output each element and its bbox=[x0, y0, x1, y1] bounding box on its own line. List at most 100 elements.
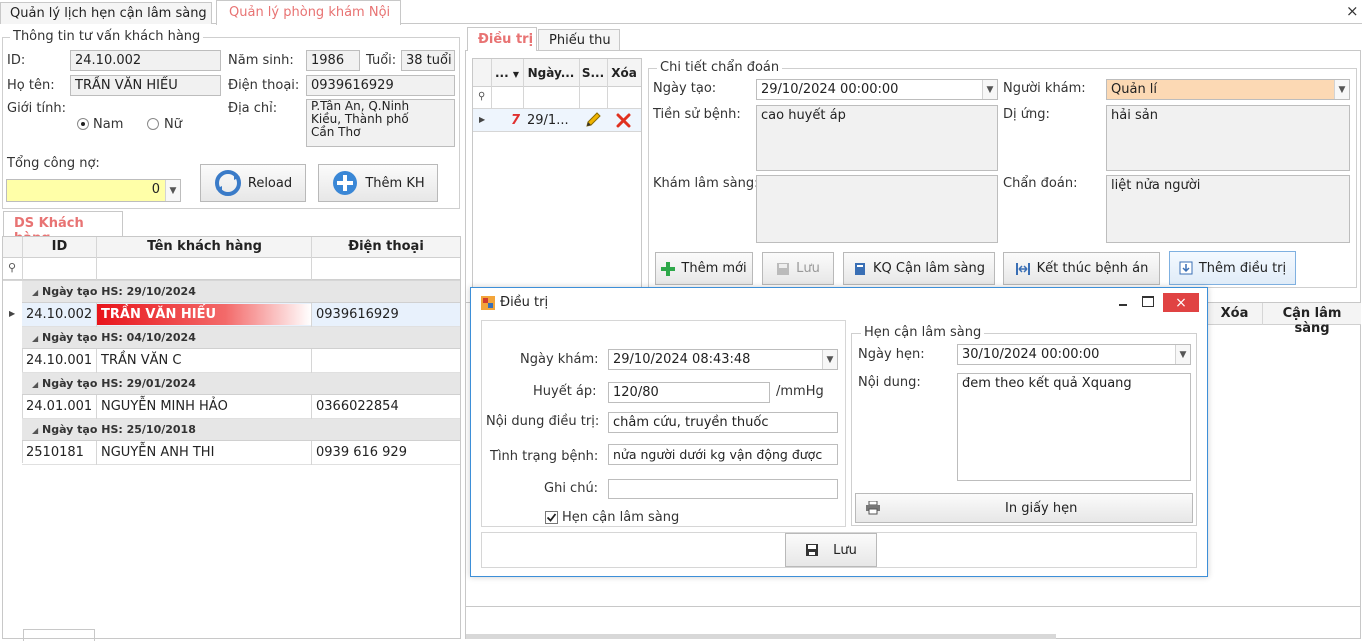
add-customer-label: Thêm KH bbox=[365, 175, 425, 191]
birth-year-field[interactable]: 1986 bbox=[306, 50, 360, 71]
appointment-checkbox[interactable] bbox=[545, 511, 558, 524]
gender-male-label: Nam bbox=[93, 117, 124, 132]
chevron-down-icon[interactable]: ▼ bbox=[1334, 80, 1349, 99]
book-icon bbox=[853, 262, 867, 276]
add-treatment-button[interactable]: Thêm điều trị bbox=[1169, 251, 1296, 285]
dialog-save-button[interactable]: Lưu bbox=[785, 533, 877, 567]
visit-number: 7 bbox=[511, 113, 521, 128]
group-row[interactable]: ◢ Ngày tạo HS: 29/10/2024 bbox=[22, 281, 460, 303]
pencil-icon[interactable] bbox=[584, 111, 602, 133]
note-input[interactable] bbox=[608, 479, 838, 499]
column-header-id[interactable]: ID bbox=[22, 239, 97, 254]
gender-male-radio[interactable] bbox=[77, 118, 89, 130]
column-header-customer-name[interactable]: Tên khách hàng bbox=[97, 239, 312, 254]
clinical-exam-label: Khám lâm sàng: bbox=[653, 176, 759, 191]
group-row[interactable]: ◢ Ngày tạo HS: 29/01/2024 bbox=[22, 373, 460, 395]
chevron-down-icon[interactable]: ▼ bbox=[1175, 345, 1190, 364]
chevron-down-icon[interactable]: ▼ bbox=[165, 180, 180, 201]
add-customer-button[interactable]: Thêm KH bbox=[318, 164, 438, 202]
tab-appointment-management[interactable]: Quản lý lịch hẹn cận lâm sàng bbox=[0, 2, 212, 24]
column-divider bbox=[311, 303, 312, 327]
minimize-icon[interactable] bbox=[1116, 295, 1130, 309]
chevron-down-icon[interactable]: ▼ bbox=[822, 350, 837, 369]
clinical-exam-field[interactable] bbox=[756, 175, 998, 243]
column-header-number[interactable]: ... ▼ bbox=[491, 66, 523, 80]
treatment-content-input[interactable]: châm cứu, truyền thuốc bbox=[608, 412, 838, 433]
column-divider bbox=[311, 237, 312, 281]
cell-id: 24.10.001 bbox=[26, 353, 93, 368]
end-record-button[interactable]: Kết thúc bệnh án bbox=[1003, 252, 1160, 285]
lab-results-label: KQ Cận lâm sàng bbox=[873, 261, 985, 276]
visit-date: 29/1... bbox=[527, 113, 569, 128]
plus-circle-icon bbox=[331, 169, 359, 197]
horizontal-scrollbar[interactable] bbox=[466, 634, 1056, 639]
exam-date-combo[interactable]: 29/10/2024 08:43:48 ▼ bbox=[608, 349, 838, 370]
exam-date-label: Ngày khám: bbox=[520, 352, 599, 367]
table-row[interactable]: 24.10.001 TRẦN VĂN C bbox=[22, 349, 460, 373]
customer-info-title: Thông tin tư vấn khách hàng bbox=[10, 29, 204, 44]
filter-row[interactable] bbox=[3, 258, 460, 280]
address-field[interactable]: P.Tân An, Q.Ninh Kiều, Thành phố Cần Thơ bbox=[306, 99, 455, 147]
doctor-combo[interactable]: Quản lí ▼ bbox=[1106, 79, 1350, 100]
created-date-combo[interactable]: 29/10/2024 00:00:00 ▼ bbox=[756, 79, 998, 100]
group-row[interactable]: ◢ Ngày tạo HS: 04/10/2024 bbox=[22, 327, 460, 349]
add-new-button[interactable]: Thêm mới bbox=[655, 252, 753, 285]
appointment-group-title: Hẹn cận lâm sàng bbox=[861, 325, 985, 340]
age-field[interactable]: 38 tuổi bbox=[401, 50, 455, 71]
name-field[interactable]: TRẦN VĂN HIẾU bbox=[70, 75, 221, 96]
tab-treatment[interactable]: Điều trị bbox=[467, 27, 537, 51]
tab-receipts[interactable]: Phiếu thu bbox=[538, 29, 620, 50]
column-header-edit[interactable]: S... bbox=[579, 66, 607, 80]
end-record-label: Kết thúc bệnh án bbox=[1036, 261, 1149, 276]
appointment-content-input[interactable]: đem theo kết quả Xquang bbox=[957, 373, 1191, 481]
column-header-phone[interactable]: Điện thoại bbox=[312, 239, 460, 254]
allergy-field[interactable]: hải sản bbox=[1106, 105, 1350, 171]
blood-pressure-unit: /mmHg bbox=[776, 384, 824, 399]
phone-field[interactable]: 0939616929 bbox=[306, 75, 455, 96]
maximize-icon[interactable] bbox=[1142, 296, 1154, 307]
table-row[interactable]: 24.01.001 NGUYỄN MINH HẢO 0366022854 bbox=[22, 395, 460, 419]
gender-label: Giới tính: bbox=[7, 101, 66, 116]
table-row[interactable]: 24.10.002 TRẦN VĂN HIẾU 0939616929 bbox=[22, 303, 460, 327]
cell-name: NGUYỄN MINH HẢO bbox=[101, 399, 228, 414]
column-header-delete[interactable]: Xóa bbox=[1207, 306, 1262, 321]
column-divider bbox=[311, 441, 312, 465]
close-icon[interactable]: × bbox=[1346, 2, 1359, 20]
id-field[interactable]: 24.10.002 bbox=[70, 50, 221, 71]
row-indicator: ▶ bbox=[479, 115, 486, 124]
appointment-date-value: 30/10/2024 00:00:00 bbox=[962, 347, 1100, 362]
download-icon bbox=[1179, 261, 1193, 275]
debt-field[interactable]: 0 ▼ bbox=[6, 179, 181, 202]
grid-footer-control[interactable] bbox=[23, 629, 95, 641]
blood-pressure-label: Huyết áp: bbox=[533, 384, 597, 399]
lab-results-button[interactable]: KQ Cận lâm sàng bbox=[843, 252, 995, 285]
reload-button[interactable]: Reload bbox=[200, 164, 306, 202]
treatment-content-label: Nội dung điều trị: bbox=[486, 414, 600, 429]
cell-id: 24.01.001 bbox=[26, 399, 93, 414]
customer-list-tab[interactable]: DS Khách hàng bbox=[3, 211, 123, 246]
column-header-visit-date[interactable]: Ngày... bbox=[523, 66, 579, 80]
cell-name: TRẦN VĂN HIẾU bbox=[101, 307, 217, 322]
add-treatment-label: Thêm điều trị bbox=[1198, 260, 1287, 276]
appointment-date-combo[interactable]: 30/10/2024 00:00:00 ▼ bbox=[957, 344, 1191, 365]
save-button[interactable]: Lưu bbox=[762, 252, 834, 285]
chevron-down-icon[interactable]: ▼ bbox=[982, 80, 997, 99]
gender-female-radio[interactable] bbox=[147, 118, 159, 130]
dialog-close-button[interactable]: × bbox=[1163, 293, 1199, 312]
delete-icon[interactable] bbox=[615, 112, 632, 133]
blood-pressure-input[interactable]: 120/80 bbox=[608, 382, 770, 403]
tab-internal-clinic[interactable]: Quản lý phòng khám Nội bbox=[216, 0, 401, 25]
diagnosis-field[interactable]: liệt nửa người bbox=[1106, 175, 1350, 243]
column-header-lab[interactable]: Cận lâm sàng bbox=[1263, 306, 1361, 336]
name-label: Họ tên: bbox=[7, 78, 55, 93]
cell-name: NGUYỄN ANH THI bbox=[101, 445, 215, 460]
column-divider bbox=[96, 395, 97, 419]
group-row[interactable]: ◢ Ngày tạo HS: 25/10/2018 bbox=[22, 419, 460, 441]
column-header-delete[interactable]: Xóa bbox=[607, 66, 641, 80]
print-appointment-button[interactable]: In giấy hẹn bbox=[855, 493, 1193, 523]
note-label: Ghi chú: bbox=[544, 481, 599, 496]
medical-history-field[interactable]: cao huyết áp bbox=[756, 105, 998, 171]
printer-icon bbox=[865, 501, 881, 515]
table-row[interactable]: 2510181 NGUYỄN ANH THI 0939 616 929 bbox=[22, 441, 460, 465]
condition-input[interactable]: nửa người dưới kg vận động được bbox=[608, 444, 838, 465]
